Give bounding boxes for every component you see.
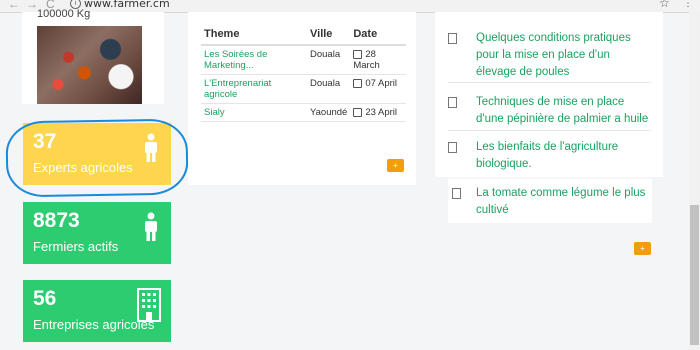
list-item[interactable]: La tomate comme légume le plus cultivé bbox=[448, 179, 652, 223]
market-photo bbox=[37, 26, 142, 104]
person-icon bbox=[145, 212, 157, 241]
companies-count: 56 bbox=[33, 287, 57, 310]
event-city: Yaoundé bbox=[307, 103, 351, 122]
event-city: Douala bbox=[307, 74, 351, 104]
document-icon bbox=[448, 142, 457, 153]
list-item[interactable]: Les bienfaits de l'agriculture biologiqu… bbox=[448, 139, 651, 175]
scrollbar-thumb[interactable] bbox=[690, 205, 699, 345]
document-icon bbox=[452, 188, 461, 199]
col-ville: Ville bbox=[307, 26, 351, 46]
farmers-count: 8873 bbox=[33, 209, 80, 232]
harvest-card: 100000 Kg bbox=[22, 8, 164, 104]
event-link[interactable]: L'Entreprenariat agricole bbox=[201, 74, 307, 104]
event-link[interactable]: Les Soirées de Marketing... bbox=[201, 45, 307, 75]
building-icon bbox=[137, 288, 161, 322]
col-theme: Theme bbox=[201, 26, 307, 46]
articles-card: Quelques conditions pratiques pour la mi… bbox=[435, 12, 663, 177]
farmers-label: Fermiers actifs bbox=[33, 239, 119, 254]
article-link[interactable]: La tomate comme légume le plus cultivé bbox=[476, 185, 652, 219]
harvest-caption: 100000 Kg bbox=[37, 8, 91, 20]
calendar-icon bbox=[353, 107, 363, 117]
back-icon[interactable]: ← bbox=[8, 0, 20, 11]
table-row: Sialy Yaoundé 23 April bbox=[201, 103, 406, 122]
companies-stat-card[interactable]: 56 Entreprises agricoles bbox=[23, 280, 171, 342]
calendar-icon bbox=[353, 78, 363, 88]
document-icon bbox=[448, 97, 457, 108]
article-link[interactable]: Les bienfaits de l'agriculture biologiqu… bbox=[476, 139, 652, 173]
events-card: Theme Ville Date Les Soirées de Marketin… bbox=[188, 12, 416, 185]
browser-menu-icon[interactable]: ⋮ bbox=[683, 0, 693, 9]
event-date-cell: 07 April bbox=[350, 74, 406, 104]
article-link[interactable]: Quelques conditions pratiques pour la mi… bbox=[476, 30, 652, 81]
table-row: Les Soirées de Marketing... Douala 28 Ma… bbox=[201, 45, 406, 75]
events-more-button[interactable]: + bbox=[387, 159, 404, 172]
event-date: 23 April bbox=[365, 107, 398, 118]
table-row: L'Entreprenariat agricole Douala 07 Apri… bbox=[201, 74, 406, 104]
article-link[interactable]: Techniques de mise en place d'une pépini… bbox=[476, 94, 652, 128]
events-table: Theme Ville Date Les Soirées de Marketin… bbox=[201, 26, 406, 122]
articles-more-button[interactable]: + bbox=[634, 242, 651, 255]
experts-stat-card[interactable]: 37 Experts agricoles bbox=[23, 123, 171, 185]
url-field[interactable]: www.farmer.cm bbox=[84, 0, 170, 10]
list-item[interactable]: Techniques de mise en place d'une pépini… bbox=[448, 94, 651, 131]
person-icon bbox=[145, 133, 157, 162]
experts-label: Experts agricoles bbox=[33, 160, 133, 175]
list-item[interactable]: Quelques conditions pratiques pour la mi… bbox=[448, 30, 651, 83]
event-date: 07 April bbox=[365, 78, 398, 89]
event-city: Douala bbox=[307, 45, 351, 75]
farmers-stat-card[interactable]: 8873 Fermiers actifs bbox=[23, 202, 171, 264]
event-date-cell: 28 March bbox=[350, 45, 406, 75]
col-date: Date bbox=[350, 26, 406, 46]
bookmark-star-icon[interactable]: ☆ bbox=[659, 0, 670, 10]
event-link[interactable]: Sialy bbox=[201, 103, 307, 122]
event-date-cell: 23 April bbox=[350, 103, 406, 122]
calendar-icon bbox=[353, 49, 363, 59]
experts-count: 37 bbox=[33, 130, 57, 153]
document-icon bbox=[448, 33, 457, 44]
